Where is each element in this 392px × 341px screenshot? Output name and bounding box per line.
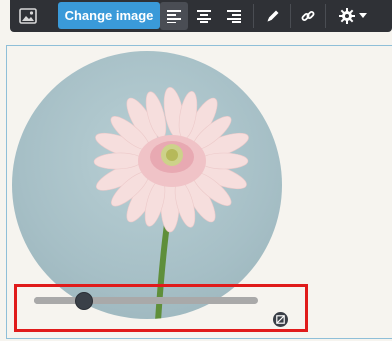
image-icon[interactable] <box>16 2 40 30</box>
gear-icon <box>338 8 355 24</box>
circular-image[interactable] <box>12 51 282 319</box>
flower-image <box>93 87 249 319</box>
change-image-button[interactable]: Change image <box>58 2 160 29</box>
toolbar-separator <box>290 4 291 28</box>
caret-down-icon <box>358 13 367 18</box>
align-center-button[interactable] <box>190 2 218 30</box>
align-right-button[interactable] <box>220 2 248 30</box>
image-toolbar: Change image <box>10 0 392 32</box>
align-right-icon <box>227 10 241 23</box>
pencil-icon <box>267 10 279 22</box>
toolbar-separator <box>253 4 254 28</box>
edit-button[interactable] <box>260 2 286 30</box>
toolbar-separator <box>325 4 326 28</box>
align-center-icon <box>197 10 211 23</box>
highlight-box <box>14 284 308 332</box>
link-button[interactable] <box>295 2 321 30</box>
link-icon <box>301 11 315 21</box>
settings-dropdown-button[interactable] <box>332 2 372 30</box>
align-left-icon <box>167 10 181 23</box>
align-left-button[interactable] <box>160 2 188 30</box>
